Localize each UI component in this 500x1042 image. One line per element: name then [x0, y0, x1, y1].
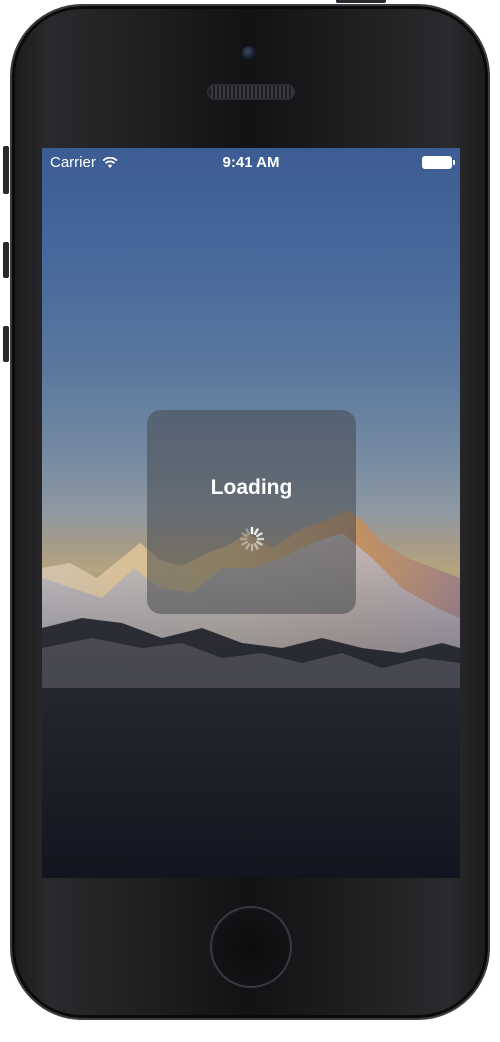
earpiece-speaker: [207, 84, 295, 100]
volume-down-button: [3, 326, 9, 362]
home-button[interactable]: [210, 906, 292, 988]
power-button: [336, 0, 386, 3]
device-screen: Carrier 9:41 AM Loading: [42, 148, 460, 878]
battery-icon: [422, 156, 455, 169]
status-bar: Carrier 9:41 AM: [42, 148, 460, 176]
front-camera: [242, 46, 256, 60]
volume-up-button: [3, 242, 9, 278]
activity-spinner-icon: [239, 526, 265, 552]
mute-switch: [3, 146, 9, 194]
loading-hud: Loading: [147, 410, 356, 614]
loading-label: Loading: [210, 476, 293, 499]
status-time: 9:41 AM: [222, 154, 280, 171]
